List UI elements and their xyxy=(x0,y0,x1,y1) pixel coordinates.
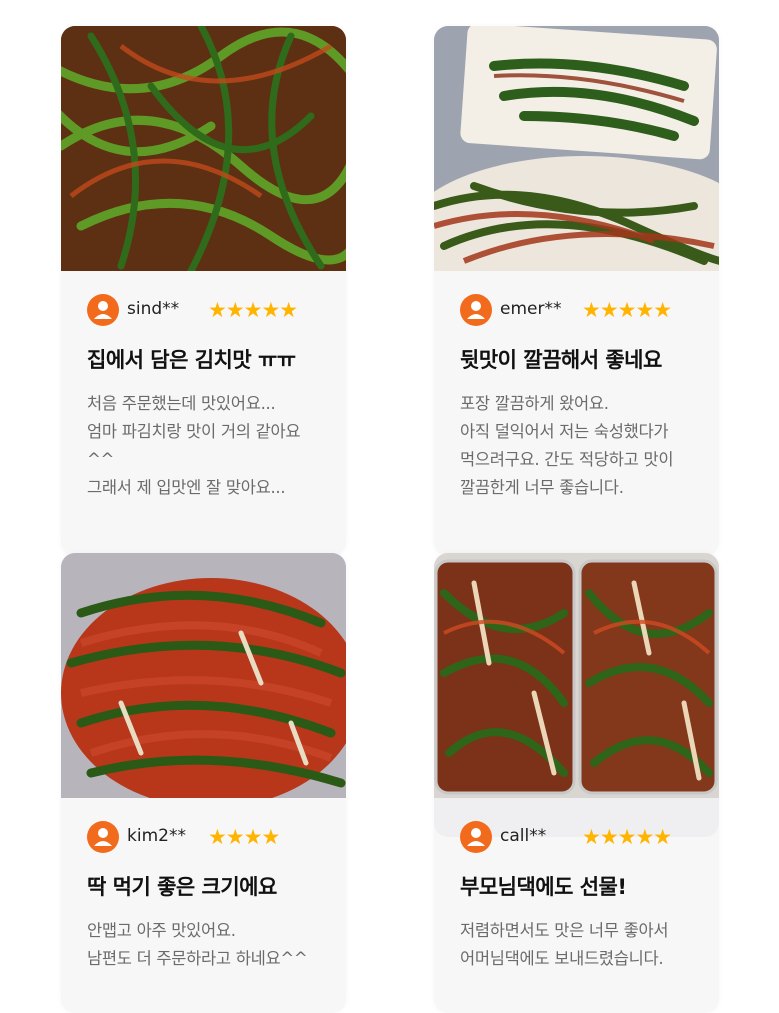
review-line: 먹으려구요. 간도 적당하고 맛이 xyxy=(460,450,674,469)
review-line: ^^ xyxy=(87,450,115,469)
review-line: 엄마 파김치랑 맛이 거의 같아요 xyxy=(87,422,301,441)
review-photo[interactable] xyxy=(434,553,719,798)
review-photo[interactable] xyxy=(61,553,346,798)
review-body: 저렴하면서도 맛은 너무 좋아서 어머님댁에도 보내드렸습니다. xyxy=(460,917,710,973)
review-body: 안맵고 아주 맛있어요. 남편도 더 주문하라고 하네요^^ xyxy=(87,917,337,973)
review-body: 처음 주문했는데 맛있어요... 엄마 파김치랑 맛이 거의 같아요 ^^ 그래… xyxy=(87,390,337,502)
user-avatar-icon xyxy=(460,294,492,326)
star-rating-icon: ★★★★ xyxy=(208,825,280,849)
star-rating-icon: ★★★★★ xyxy=(582,298,672,322)
review-body: 포장 깔끔하게 왔어요. 아직 덜익어서 저는 숙성했다가 먹으려구요. 간도 … xyxy=(460,390,710,502)
review-photo[interactable] xyxy=(434,26,719,271)
user-avatar-icon xyxy=(460,821,492,853)
review-card[interactable]: kim2** ★★★★ 딱 먹기 좋은 크기에요 안맵고 아주 맛있어요. 남편… xyxy=(61,553,346,1013)
review-title: 뒷맛이 깔끔해서 좋네요 xyxy=(460,348,662,372)
review-line: 남편도 더 주문하라고 하네요^^ xyxy=(87,949,308,968)
review-photo[interactable] xyxy=(61,26,346,271)
review-line: 어머님댁에도 보내드렸습니다. xyxy=(460,949,664,968)
review-title: 딱 먹기 좋은 크기에요 xyxy=(87,875,277,899)
review-line: 포장 깔끔하게 왔어요. xyxy=(460,394,609,413)
star-rating-icon: ★★★★★ xyxy=(208,298,298,322)
review-line: 처음 주문했는데 맛있어요... xyxy=(87,394,276,413)
reviewer-name: kim2** xyxy=(127,826,186,846)
star-rating-icon: ★★★★★ xyxy=(582,825,672,849)
reviewer-name: sind** xyxy=(127,299,180,319)
user-avatar-icon xyxy=(87,294,119,326)
review-line: 그래서 제 입맛엔 잘 맞아요... xyxy=(87,478,286,497)
review-line: 깔끔한게 너무 좋습니다. xyxy=(460,478,624,497)
review-line: 안맵고 아주 맛있어요. xyxy=(87,921,236,940)
review-line: 아직 덜익어서 저는 숙성했다가 xyxy=(460,422,669,441)
user-avatar-icon xyxy=(87,821,119,853)
review-line: 저렴하면서도 맛은 너무 좋아서 xyxy=(460,921,669,940)
reviewer-name: call** xyxy=(500,826,547,846)
review-card[interactable]: call** ★★★★★ 부모님댁에도 선물! 저렴하면서도 맛은 너무 좋아서… xyxy=(434,553,719,1013)
review-card[interactable]: sind** ★★★★★ 집에서 담은 김치맛 ㅠㅠ 처음 주문했는데 맛있어요… xyxy=(61,26,346,556)
review-title: 집에서 담은 김치맛 ㅠㅠ xyxy=(87,348,296,372)
review-card[interactable]: emer** ★★★★★ 뒷맛이 깔끔해서 좋네요 포장 깔끔하게 왔어요. 아… xyxy=(434,26,719,556)
review-title: 부모님댁에도 선물! xyxy=(460,875,627,899)
reviewer-name: emer** xyxy=(500,299,562,319)
